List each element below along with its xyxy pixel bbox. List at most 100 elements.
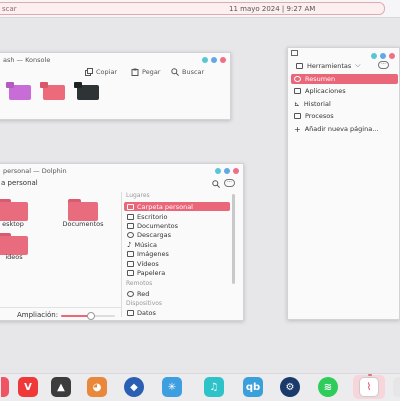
top-panel: scar 11 mayo 2024 | 9:27 AM: [0, 0, 400, 18]
copy-icon: [85, 68, 93, 76]
minimize-button[interactable]: [215, 168, 221, 174]
place-downloads[interactable]: Descargas: [124, 230, 230, 239]
devices-section-label: Dispositivos: [126, 300, 163, 307]
overview-icon: [294, 76, 301, 82]
kdeconnect-icon[interactable]: ✳: [162, 377, 182, 397]
image-icon: [127, 250, 134, 257]
nav-label: Historial: [303, 100, 331, 108]
copy-label: Copiar: [96, 68, 118, 76]
close-button[interactable]: [389, 53, 395, 59]
place-music[interactable]: ♪ Música: [124, 240, 230, 249]
toolbox-icon: [296, 62, 303, 69]
place-home[interactable]: Carpeta personal: [124, 202, 230, 211]
scrollbar[interactable]: [232, 194, 235, 284]
place-label: Imágenes: [137, 249, 169, 258]
places-panel: Lugares Carpeta personal Escritorio Docu…: [121, 192, 236, 317]
nav-label: Añadir nueva página...: [304, 125, 379, 133]
document-icon: [127, 222, 134, 229]
zoom-slider[interactable]: [61, 312, 115, 320]
nav-processes[interactable]: Procesos: [291, 111, 398, 121]
nav-label: Procesos: [305, 112, 334, 120]
app-partial-right-icon[interactable]: [393, 377, 400, 397]
place-label: Vídeos: [137, 259, 159, 268]
maximize-button[interactable]: [211, 57, 217, 63]
tools-dropdown[interactable]: Herramientas ⌵: [296, 61, 361, 70]
place-pictures[interactable]: Imágenes: [124, 249, 230, 258]
app-partial-icon[interactable]: [1, 377, 9, 397]
remote-section-label: Remotos: [126, 280, 153, 287]
vivaldi-icon[interactable]: V: [18, 377, 38, 397]
paste-button[interactable]: Pegar: [131, 66, 160, 78]
discover-icon[interactable]: ◆: [124, 377, 144, 397]
clock[interactable]: 11 mayo 2024 | 9:27 AM: [229, 5, 315, 13]
system-monitor-icon[interactable]: ⌇: [359, 374, 379, 397]
nav-overview[interactable]: Resumen: [291, 74, 398, 84]
place-label: Datos: [137, 308, 156, 317]
place-desktop[interactable]: Escritorio: [124, 212, 230, 221]
applications-icon: [294, 88, 301, 94]
nav-history[interactable]: ⊾ Historial: [291, 99, 398, 109]
nav-add-page[interactable]: + Añadir nueva página...: [291, 124, 398, 134]
zoom-label: Ampliación:: [17, 311, 59, 319]
menu-button[interactable]: ···: [224, 179, 235, 187]
folder-videos[interactable]: [0, 233, 28, 255]
place-label: Descargas: [137, 230, 172, 239]
window-controls: [371, 53, 395, 59]
place-videos[interactable]: Vídeos: [124, 259, 230, 268]
dock: V ▲ ◕ ◆ ✳ ♫ qb ⚙ ≋ ⌇: [0, 373, 400, 401]
place-label: Escritorio: [137, 212, 168, 221]
desktop-icon: [127, 213, 134, 220]
place-network[interactable]: Red: [124, 289, 230, 298]
search-bar[interactable]: scar 11 mayo 2024 | 9:27 AM: [0, 2, 385, 15]
konsole-titlebar[interactable]: ash — Konsole: [0, 53, 230, 66]
dolphin-window: personal — Dolphin a personal ··· esktop…: [0, 163, 244, 321]
network-icon: [127, 290, 134, 297]
place-label: Documentos: [137, 221, 179, 230]
color-tile-purple[interactable]: [6, 82, 31, 100]
system-monitor-window: Herramientas ⌵ ··· Resumen Aplicaciones …: [287, 47, 400, 320]
search-placeholder: scar: [2, 5, 17, 13]
spotify-icon[interactable]: ≋: [318, 377, 338, 397]
window-controls: [202, 57, 226, 63]
dolphin-title: personal — Dolphin: [3, 167, 67, 175]
qbittorrent-icon[interactable]: qb: [243, 377, 263, 397]
video-icon: [127, 260, 134, 267]
nav-applications[interactable]: Aplicaciones: [291, 86, 398, 96]
search-button[interactable]: Buscar: [171, 66, 204, 78]
maximize-button[interactable]: [224, 168, 230, 174]
chart-icon: ⊾: [294, 100, 300, 108]
place-label: Carpeta personal: [137, 202, 193, 211]
inkscape-icon[interactable]: ▲: [51, 377, 71, 397]
breadcrumb[interactable]: a personal: [1, 179, 38, 187]
paste-icon: [131, 68, 139, 76]
close-button[interactable]: [220, 57, 226, 63]
menu-button[interactable]: ···: [378, 61, 389, 69]
drive-icon: [127, 309, 134, 316]
search-label: Buscar: [182, 68, 205, 76]
dolphin-titlebar[interactable]: personal — Dolphin: [0, 164, 243, 177]
home-icon: [127, 203, 134, 210]
grub-customizer-icon[interactable]: ◕: [87, 377, 107, 397]
folder-label: esktop: [2, 220, 24, 228]
color-tile-pink[interactable]: [40, 82, 65, 100]
place-label: Papelera: [137, 268, 166, 277]
color-tile-dark[interactable]: [74, 82, 99, 100]
place-trash[interactable]: Papelera: [124, 268, 230, 277]
search-icon[interactable]: [212, 180, 220, 188]
place-documents[interactable]: Documentos: [124, 221, 230, 230]
copy-button[interactable]: Copiar: [85, 66, 117, 78]
folder-desktop[interactable]: [0, 199, 28, 221]
minimize-button[interactable]: [202, 57, 208, 63]
zoom-slider-handle[interactable]: [86, 312, 95, 320]
close-button[interactable]: [233, 168, 239, 174]
search-icon: [171, 68, 179, 76]
music-icon[interactable]: ♫: [204, 377, 224, 397]
download-icon: [127, 231, 134, 238]
steam-icon[interactable]: ⚙: [280, 377, 300, 397]
places-section-label: Lugares: [126, 192, 150, 199]
minimize-button[interactable]: [371, 53, 377, 59]
device-data[interactable]: Datos: [124, 308, 230, 317]
folder-documents[interactable]: [68, 199, 98, 221]
folder-label: Documentos: [62, 220, 104, 228]
maximize-button[interactable]: [380, 53, 386, 59]
